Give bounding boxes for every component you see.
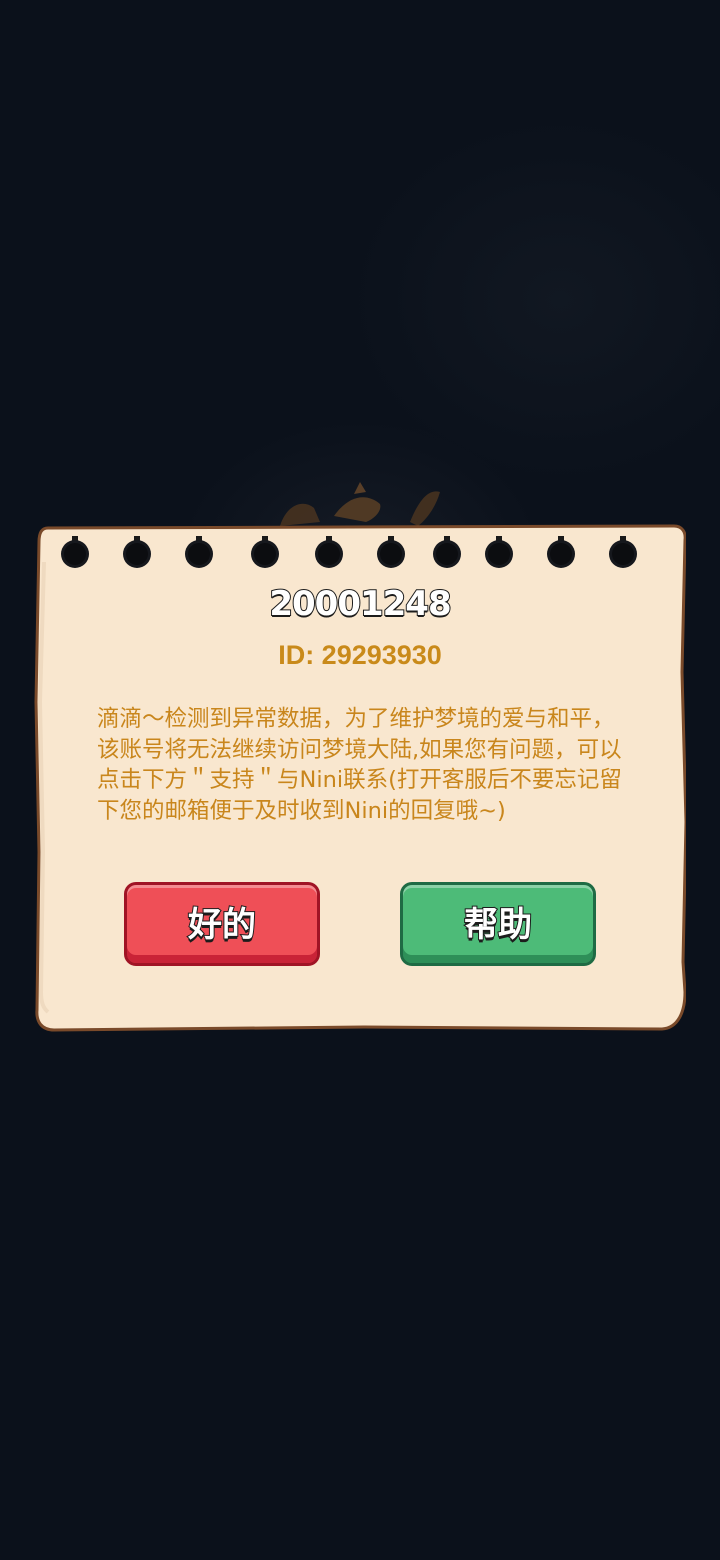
notebook-ring-icon — [547, 536, 575, 568]
ban-message: 滴滴～检测到异常数据，为了维护梦境的爱与和平，该账号将无法继续访问梦境大陆,如果… — [97, 706, 622, 824]
notebook-ring-icon — [433, 536, 461, 568]
user-id-label: ID: 29293930 — [278, 640, 442, 670]
help-button[interactable]: 帮助 — [400, 882, 596, 966]
notebook-ring-icon — [61, 536, 89, 568]
dialog-title: 20001248 — [268, 583, 452, 625]
notebook-ring-icon — [251, 536, 279, 568]
notebook-ring-icon — [485, 536, 513, 568]
notebook-ring-icon — [609, 536, 637, 568]
ok-button[interactable]: 好的 — [124, 882, 320, 966]
binder-rings — [34, 522, 686, 582]
notebook-ring-icon — [315, 536, 343, 568]
notebook-ring-icon — [123, 536, 151, 568]
ok-button-label: 好的 — [187, 904, 257, 946]
notebook-ring-icon — [377, 536, 405, 568]
help-button-label: 帮助 — [463, 904, 533, 946]
notebook-ring-icon — [185, 536, 213, 568]
